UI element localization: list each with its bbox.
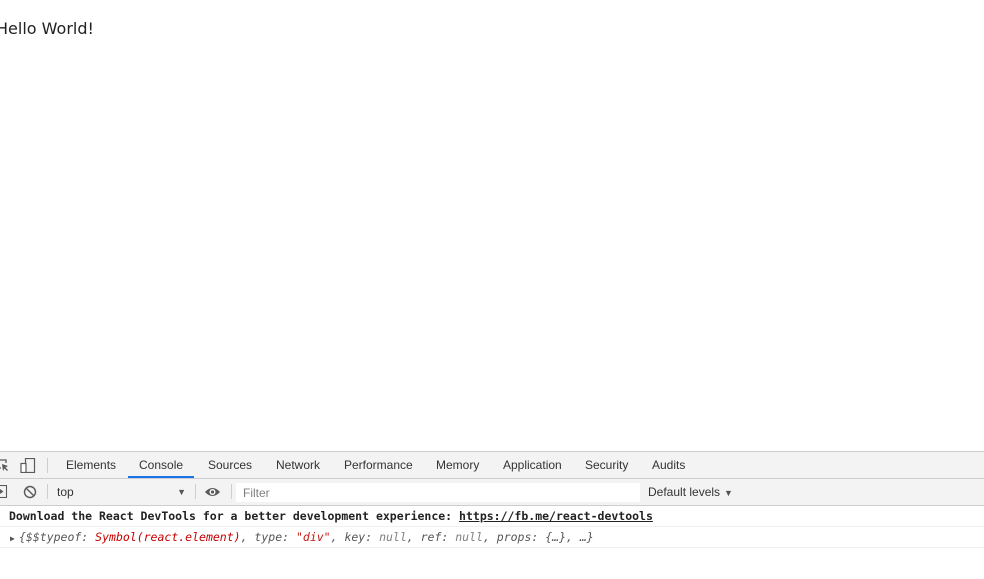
object-sep: , key: [330, 530, 380, 544]
tab-application[interactable]: Application [503, 452, 562, 478]
tab-network[interactable]: Network [276, 452, 320, 478]
object-open: {$$typeof: [19, 530, 96, 544]
ref-value: null [455, 530, 483, 544]
object-sep: , type: [240, 530, 296, 544]
devtools-panel: Elements Console Sources Network Perform… [0, 451, 984, 579]
object-sep: , props: [482, 530, 546, 544]
key-value: null [379, 530, 407, 544]
console-object-message[interactable]: ▶ {$$typeof: Symbol(react.element), type:… [0, 527, 984, 548]
console-message: Download the React DevTools for a better… [0, 506, 984, 527]
eye-icon[interactable] [204, 486, 221, 500]
device-toolbar-icon[interactable] [20, 457, 36, 474]
devtools-tabbar: Elements Console Sources Network Perform… [0, 452, 984, 479]
tab-performance[interactable]: Performance [344, 452, 413, 478]
clear-console-icon[interactable] [23, 485, 37, 499]
dropdown-arrow-icon: ▼ [724, 488, 733, 498]
tab-console[interactable]: Console [128, 452, 195, 478]
symbol-value: Symbol(react.element) [95, 530, 241, 544]
toolbar-divider [195, 484, 196, 499]
type-value: "div" [295, 530, 331, 544]
context-value: top [57, 485, 74, 499]
hello-text: Hello World! [0, 19, 94, 38]
tab-security[interactable]: Security [585, 452, 628, 478]
filter-input[interactable] [236, 483, 640, 502]
tab-memory[interactable]: Memory [436, 452, 479, 478]
default-levels-dropdown[interactable]: Default levels ▼ [648, 483, 733, 501]
dropdown-arrow-icon: ▼ [177, 487, 186, 497]
console-toolbar: top ▼ Default levels▼ [0, 479, 984, 506]
page-viewport: Hello World! [0, 0, 984, 451]
inspect-element-icon[interactable] [0, 458, 10, 472]
message-text: Download the React DevTools for a better… [9, 509, 460, 523]
object-sep: , ref: [406, 530, 456, 544]
context-selector[interactable]: top ▼ [52, 483, 190, 501]
toolbar-divider [47, 458, 48, 473]
browser-page: Hello World! Elements Console Sources Ne… [0, 0, 984, 579]
tab-audits[interactable]: Audits [652, 452, 685, 478]
tab-elements[interactable]: Elements [66, 452, 116, 478]
levels-label: Default levels [648, 485, 721, 499]
toolbar-divider [231, 484, 232, 499]
object-rest: {…}, …} [545, 530, 594, 544]
toolbar-divider [47, 484, 48, 499]
expand-triangle-icon[interactable]: ▶ [10, 528, 19, 547]
tab-sources[interactable]: Sources [208, 452, 252, 478]
sidebar-toggle-icon[interactable] [0, 484, 8, 499]
console-output: Download the React DevTools for a better… [0, 506, 984, 579]
react-devtools-link[interactable]: https://fb.me/react-devtools [459, 509, 653, 523]
